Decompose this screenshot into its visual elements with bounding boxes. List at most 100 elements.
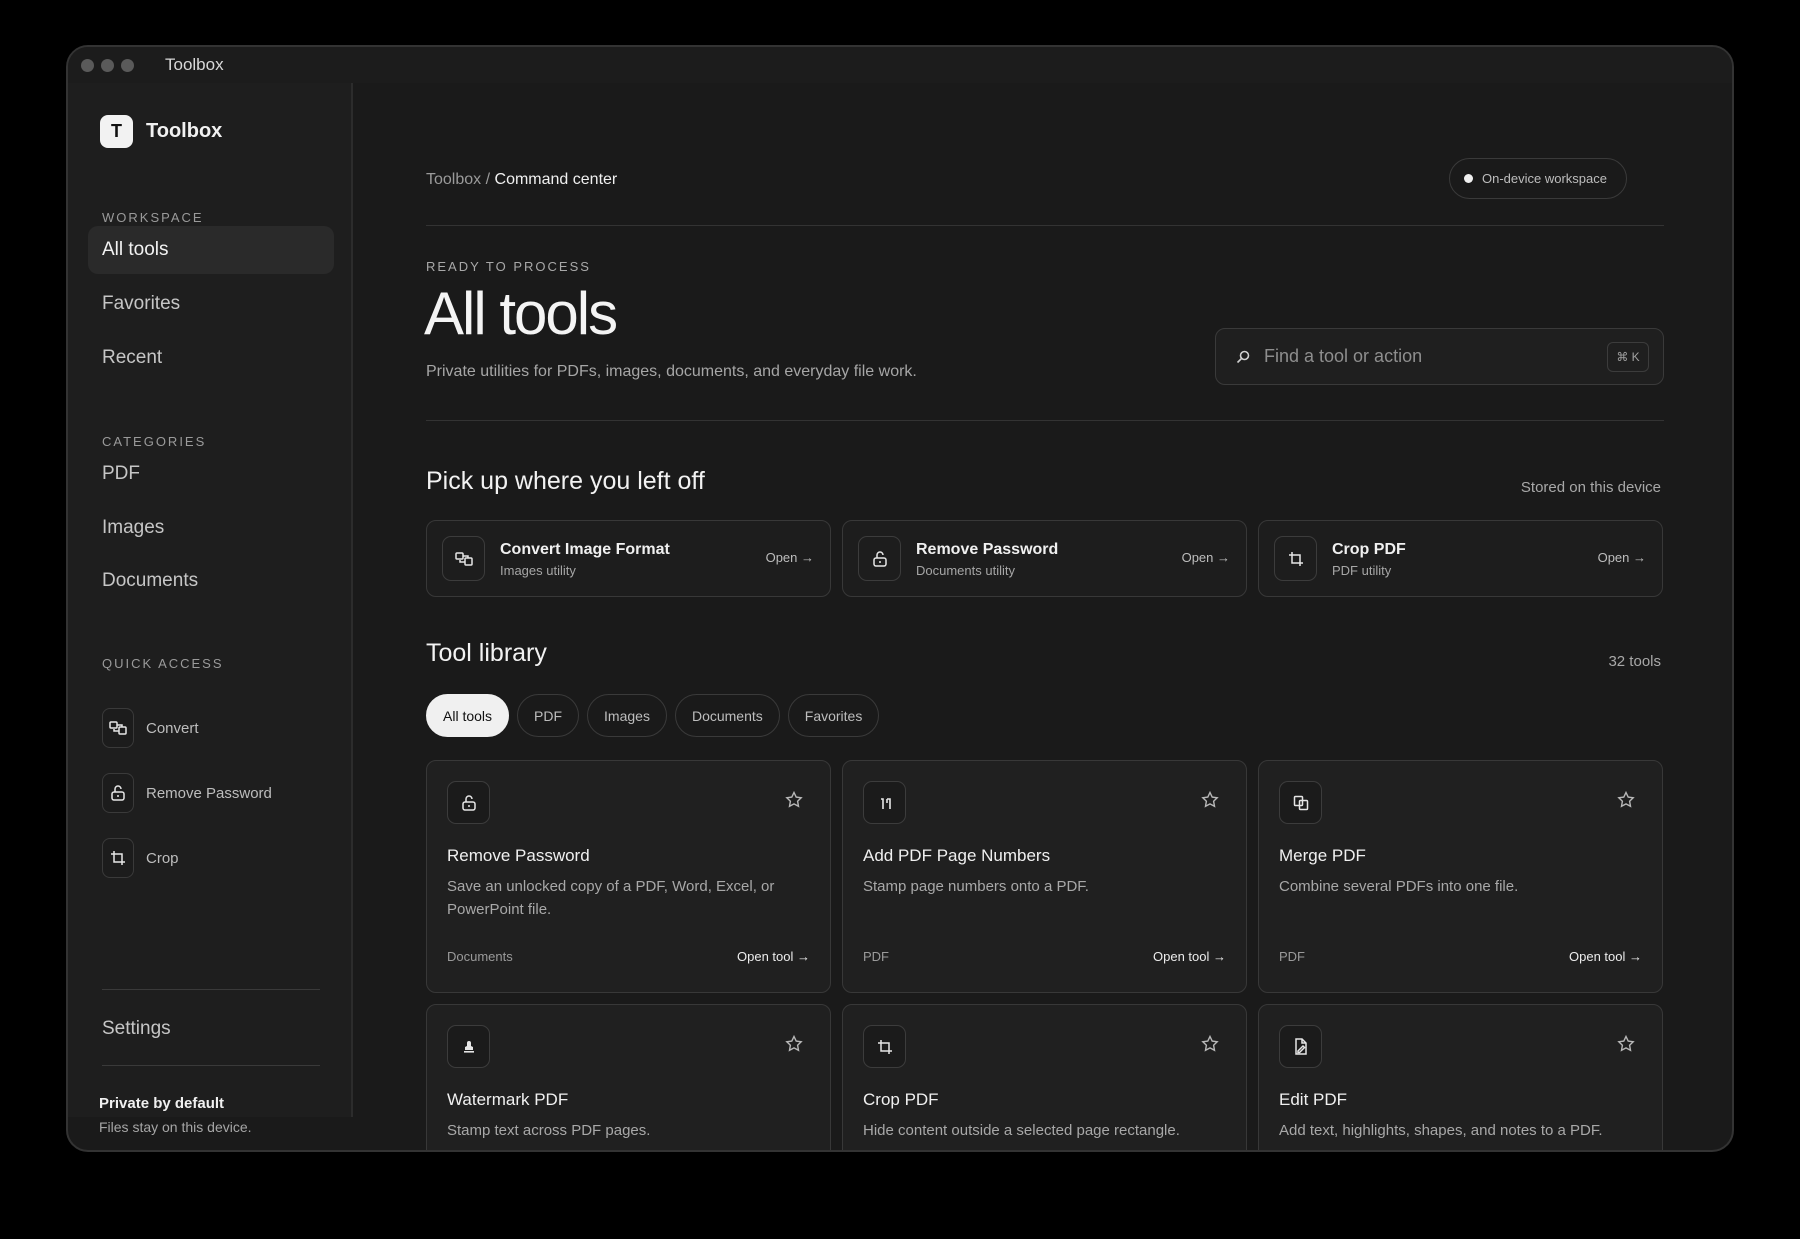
workspace-section-label: WORKSPACE (102, 210, 204, 225)
recent-card-open-link[interactable]: Open → (1598, 550, 1646, 565)
hero-eyebrow: READY TO PROCESS (426, 259, 591, 274)
quick-access-convert[interactable]: Convert (102, 708, 199, 748)
favorite-star-icon[interactable] (1201, 1035, 1219, 1052)
zoom-window-button[interactable] (121, 58, 134, 72)
breadcrumb-separator: / (485, 171, 491, 188)
tool-card-description: Hide content outside a selected page rec… (863, 1122, 1180, 1139)
tool-card-open-link[interactable]: Open tool → (737, 949, 810, 964)
brand[interactable]: T Toolbox (100, 115, 222, 148)
favorite-star-icon[interactable] (785, 791, 803, 808)
tool-card-remove-password[interactable]: Remove Password Save an unlocked copy of… (426, 760, 831, 993)
recent-card-remove-password[interactable]: Remove Password Documents utility Open → (842, 520, 1247, 597)
search-icon (1236, 350, 1250, 364)
page-subtitle: Private utilities for PDFs, images, docu… (426, 363, 917, 380)
tool-card-open-link[interactable]: Open tool → (1569, 949, 1642, 964)
close-window-button[interactable] (81, 58, 94, 72)
privacy-title: Private by default (99, 1095, 225, 1112)
main-content: Toolbox / Command center On-device works… (355, 83, 1732, 1150)
sidebar-item-settings[interactable]: Settings (102, 1018, 171, 1040)
recent-card-convert-image-format[interactable]: Convert Image Format Images utility Open… (426, 520, 831, 597)
unlock-icon (858, 536, 901, 581)
search-input[interactable]: Find a tool or action (1264, 346, 1607, 367)
filter-chip-documents[interactable]: Documents (674, 694, 780, 737)
app-window: Toolbox T Toolbox WORKSPACE All tools Fa… (66, 45, 1734, 1152)
filter-chip-favorites[interactable]: Favorites (787, 694, 880, 737)
filter-chip-all-tools[interactable]: All tools (426, 694, 510, 737)
sidebar-item-pdf[interactable]: PDF (88, 450, 334, 498)
workspace-status-label: On-device workspace (1482, 171, 1607, 186)
page-title: All tools (424, 280, 618, 347)
title-bar: Toolbox (68, 47, 1732, 83)
privacy-subtitle: Files stay on this device. (99, 1119, 252, 1135)
brand-logo: T (100, 115, 133, 148)
library-section-title: Tool library (426, 639, 547, 667)
sidebar-divider (102, 989, 320, 990)
crop-icon (102, 838, 134, 878)
sidebar-item-images[interactable]: Images (88, 504, 334, 552)
sidebar-item-documents[interactable]: Documents (88, 557, 334, 605)
brand-name: Toolbox (146, 120, 223, 142)
quick-access-label: Convert (146, 719, 199, 737)
recent-section-meta: Stored on this device (1520, 479, 1661, 496)
recent-section-title: Pick up where you left off (426, 467, 705, 495)
sidebar-item-favorites[interactable]: Favorites (88, 280, 334, 328)
sidebar: T Toolbox WORKSPACE All tools Favorites … (68, 83, 353, 1135)
unlock-icon (447, 781, 490, 824)
favorite-star-icon[interactable] (1617, 791, 1635, 808)
favorite-star-icon[interactable] (1617, 1035, 1635, 1052)
convert-icon (102, 708, 134, 748)
convert-icon (442, 536, 485, 581)
favorite-star-icon[interactable] (785, 1035, 803, 1052)
filter-chip-images[interactable]: Images (587, 694, 667, 737)
recent-card-title: Convert Image Format (500, 541, 670, 558)
quick-access-remove-password[interactable]: Remove Password (102, 773, 272, 813)
workspace-status-badge[interactable]: On-device workspace (1449, 158, 1627, 199)
recent-card-open-link[interactable]: Open → (1182, 550, 1230, 565)
tool-card-category: PDF (1279, 949, 1305, 964)
unlock-icon (102, 773, 134, 813)
tool-card-add-pdf-page-numbers[interactable]: Add PDF Page Numbers Stamp page numbers … (842, 760, 1247, 993)
tool-card-merge-pdf[interactable]: Merge PDF Combine several PDFs into one … (1258, 760, 1663, 993)
tool-card-watermark-pdf[interactable]: Watermark PDF Stamp text across PDF page… (426, 1004, 831, 1150)
tool-card-title: Watermark PDF (447, 1090, 569, 1109)
favorite-star-icon[interactable] (1201, 791, 1219, 808)
page-numbers-icon (863, 781, 906, 824)
search-shortcut-badge: ⌘ K (1607, 341, 1649, 372)
crop-icon (863, 1025, 906, 1068)
breadcrumb: Toolbox / Command center (426, 171, 617, 189)
recent-card-open-link[interactable]: Open → (766, 550, 814, 565)
recent-card-crop-pdf[interactable]: Crop PDF PDF utility Open → (1258, 520, 1663, 597)
tool-card-title: Merge PDF (1279, 846, 1366, 865)
sidebar-item-recent[interactable]: Recent (88, 334, 334, 382)
breadcrumb-root[interactable]: Toolbox (426, 171, 481, 188)
categories-section-label: CATEGORIES (102, 434, 207, 449)
recent-card-subtitle: PDF utility (1332, 563, 1392, 578)
filter-chip-pdf[interactable]: PDF (517, 694, 580, 737)
tool-card-description: Add text, highlights, shapes, and notes … (1279, 1122, 1603, 1139)
status-dot-icon (1464, 174, 1473, 183)
tool-card-title: Add PDF Page Numbers (863, 846, 1051, 865)
minimize-window-button[interactable] (101, 58, 114, 72)
library-tool-count: 32 tools (1608, 653, 1661, 670)
tool-card-description: Save an unlocked copy of a PDF, Word, Ex… (447, 878, 775, 918)
tool-card-description: Stamp text across PDF pages. (447, 1122, 651, 1139)
merge-icon (1279, 781, 1322, 824)
tool-card-edit-pdf[interactable]: Edit PDF Add text, highlights, shapes, a… (1258, 1004, 1663, 1150)
library-filters: All tools PDF Images Documents Favorites (426, 694, 880, 737)
sidebar-item-all-tools[interactable]: All tools (88, 226, 334, 274)
quick-access-label: Remove Password (146, 784, 272, 802)
search-box[interactable]: Find a tool or action ⌘ K (1215, 328, 1664, 385)
tool-card-crop-pdf[interactable]: Crop PDF Hide content outside a selected… (842, 1004, 1247, 1150)
quick-access-label: Crop (146, 849, 179, 867)
tool-card-category: Documents (447, 949, 513, 964)
hero-divider (426, 420, 1664, 421)
tool-card-title: Edit PDF (1279, 1090, 1348, 1109)
tool-card-title: Remove Password (447, 846, 590, 865)
recent-card-title: Remove Password (916, 541, 1059, 558)
window-title: Toolbox (165, 55, 224, 74)
stamp-icon (447, 1025, 490, 1068)
tool-card-open-link[interactable]: Open tool → (1153, 949, 1226, 964)
quick-access-crop[interactable]: Crop (102, 838, 179, 878)
recent-card-subtitle: Documents utility (916, 563, 1015, 578)
sidebar-divider (102, 1065, 320, 1066)
